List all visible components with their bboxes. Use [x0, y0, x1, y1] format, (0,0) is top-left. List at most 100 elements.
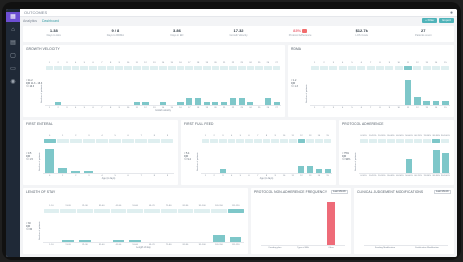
kpi-label: Days in ED — [170, 34, 184, 37]
x-tick-label: 90-100% — [441, 174, 450, 177]
filter-button[interactable]: + Filter — [422, 18, 438, 23]
x-tick-label: 16 — [179, 106, 182, 109]
histogram-bar — [432, 100, 440, 105]
x-tick-label: 4 — [342, 106, 344, 109]
x-tick-label: 11 — [406, 106, 410, 109]
category-header: 11 — [291, 135, 294, 137]
legend-entry: >= 16.3 — [26, 85, 35, 89]
histogram-bar — [84, 170, 94, 173]
histogram-bar — [229, 98, 236, 105]
category-header: 81-90 — [182, 205, 189, 207]
category-header: 30-40% — [387, 135, 395, 137]
breadcrumb-item[interactable]: Analytics — [23, 19, 37, 23]
category-header: 101-110 — [214, 205, 223, 207]
x-tick-label: 2 — [75, 174, 77, 177]
category-header: 13 — [153, 62, 156, 64]
x-tick-label: 101-110 — [214, 243, 223, 246]
clipboard-icon[interactable]: ▢ — [6, 51, 20, 61]
category-header: 10 — [126, 62, 130, 64]
x-tick-label: 9 — [388, 106, 390, 109]
category-header: 21-30 — [82, 205, 88, 207]
x-tick-label: 11-20 — [65, 243, 71, 246]
home-icon[interactable]: ⌂ — [6, 25, 20, 35]
category-header: 60-70% — [414, 135, 422, 137]
histogram-bar — [142, 101, 149, 105]
category-header: 111-120 — [231, 205, 240, 207]
x-tick-label: 14 — [317, 174, 321, 177]
category-chip — [148, 139, 161, 143]
x-tick-label: 0 — [48, 174, 51, 177]
category-header: 9 — [388, 62, 390, 64]
category-header: 21 — [222, 62, 226, 64]
x-tick-label: 5 — [114, 174, 116, 177]
category-chip — [423, 139, 432, 143]
panel-title: LENGTH OF STAY — [26, 190, 56, 194]
histogram-bar — [159, 101, 167, 105]
category-header: 14 — [434, 62, 438, 64]
histogram-bar — [62, 239, 74, 242]
period-select[interactable]: Last Month — [434, 189, 451, 194]
histogram-bar — [133, 101, 140, 105]
export-button[interactable]: Export — [439, 18, 454, 23]
person-icon[interactable]: ◉ — [6, 77, 20, 87]
category-header: 20 — [214, 62, 217, 64]
x-tick-label: Fortification Modification — [415, 246, 439, 249]
x-tick-label: 8 — [153, 174, 155, 177]
x-tick-label: 5 — [351, 106, 353, 109]
category-header: 91-100 — [198, 205, 206, 207]
user-icon[interactable]: ● — [450, 10, 453, 16]
x-tick-label: 0-10% — [360, 174, 367, 177]
category-chip — [110, 209, 127, 213]
x-tick-label: 15 — [326, 174, 329, 177]
category-chip — [297, 139, 306, 143]
category-header: 10 — [282, 135, 286, 137]
histogram-bar — [203, 101, 210, 105]
chart-legend: < 30 IQR >= 60 — [26, 222, 32, 232]
x-tick-label: 8 — [265, 174, 268, 177]
folder-icon[interactable]: ▭ — [6, 64, 20, 74]
histogram-bar — [298, 165, 305, 173]
category-header: 0-10% — [360, 135, 367, 137]
category-chip — [359, 139, 368, 143]
frequency-bar — [326, 202, 336, 245]
histogram-bar — [44, 148, 55, 173]
category-chip — [201, 139, 210, 143]
category-header: 9 — [118, 62, 120, 64]
category-header: 9 — [166, 135, 169, 137]
histogram-bar — [213, 235, 225, 242]
x-tick-label: 1 — [62, 174, 64, 177]
category-header: 4 — [74, 62, 77, 64]
histogram-bar — [112, 239, 125, 242]
category-header: 40-50% — [396, 135, 404, 137]
chart-icon[interactable]: ▤ — [6, 38, 20, 48]
category-chip — [306, 139, 315, 143]
x-tick-label: 80-90% — [432, 174, 441, 177]
apps-icon[interactable]: ▦ — [6, 12, 20, 22]
category-chip — [323, 139, 332, 143]
category-header: 24 — [249, 62, 252, 64]
x-tick-label: 13 — [153, 106, 156, 109]
category-chip — [69, 139, 82, 143]
category-chip — [71, 66, 80, 70]
x-tick-label: 7 — [370, 106, 372, 109]
panel-title: FIRST FULL FEED — [184, 122, 214, 126]
category-header: 20-30% — [377, 135, 386, 137]
histogram-bar — [247, 101, 254, 105]
x-tick-label: Feeding Modification — [374, 246, 396, 249]
category-header: 14 — [161, 62, 165, 64]
category-chip — [255, 66, 263, 70]
x-tick-label: 40-50% — [396, 174, 404, 177]
category-header: 7 — [101, 62, 103, 64]
period-select[interactable]: Last Month — [331, 189, 348, 194]
x-tick-label: 12 — [300, 174, 303, 177]
category-header: 7 — [370, 62, 372, 64]
x-axis-label: Age (in days) — [101, 178, 116, 180]
toolbar: + Filter Export — [422, 18, 454, 23]
category-chip — [413, 66, 422, 70]
category-chip — [262, 139, 271, 143]
x-tick-label: 4 — [101, 174, 103, 177]
category-chip — [185, 66, 194, 70]
category-header: 15 — [326, 135, 329, 137]
category-header: 9 — [274, 135, 276, 137]
category-chip — [405, 139, 414, 143]
